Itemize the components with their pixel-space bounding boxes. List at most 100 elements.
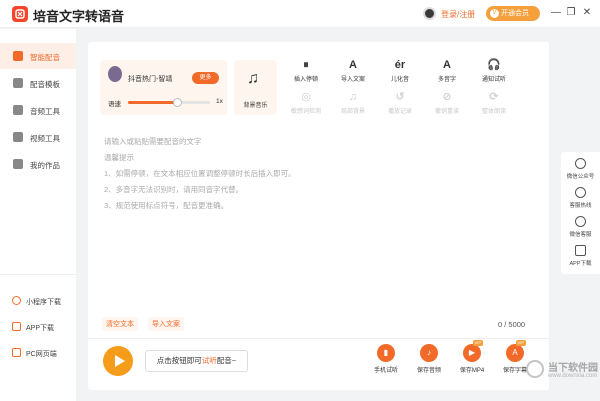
close-button[interactable]: ✕ bbox=[581, 6, 593, 20]
sidebar-item-label: 配音模板 bbox=[30, 80, 60, 89]
speed-label: 语速 bbox=[108, 101, 121, 108]
divider bbox=[88, 338, 549, 339]
video-icon bbox=[13, 132, 23, 142]
monitor-icon bbox=[12, 348, 21, 357]
editor-tip: 1、如需停顿，在文本相应位置调整停顿时长后插入即可。 bbox=[104, 169, 296, 178]
title-bar: 培音文字转语音 登录/注册 V 开通会员 — ❐ ✕ bbox=[0, 0, 600, 28]
microphone-icon bbox=[13, 51, 23, 61]
speed-value: 1x bbox=[216, 98, 223, 105]
service-hotline-button[interactable]: 客服热线 bbox=[561, 185, 600, 213]
partial-bgm-tool[interactable]: ♫ 局部背景 bbox=[333, 90, 373, 116]
watermark: 当下软件园 www.downxia.com bbox=[526, 356, 598, 388]
sidebar-item-label: 智能配音 bbox=[30, 53, 60, 62]
sensitive-word-tool[interactable]: ◎ 敏感词检测 bbox=[286, 90, 326, 116]
template-icon bbox=[13, 78, 23, 88]
bottom-link-label: 小程序下载 bbox=[26, 299, 61, 306]
editor-tip: 3、规范使用标点符号，配音更准确。 bbox=[104, 201, 229, 210]
insert-pause-tool[interactable]: ⏸ 插入停顿 bbox=[286, 58, 326, 84]
clear-text-button[interactable]: 清空文本 bbox=[102, 317, 138, 331]
folder-icon bbox=[13, 159, 23, 169]
erhua-tool[interactable]: ér 儿化音 bbox=[380, 58, 420, 84]
import-text-tool[interactable]: A 导入文案 bbox=[333, 58, 373, 84]
user-avatar-icon[interactable] bbox=[423, 7, 436, 20]
phone-icon bbox=[575, 187, 586, 198]
editor-tip: 2、多音字无法识别时，请用同音字代替。 bbox=[104, 185, 244, 194]
import-text-button[interactable]: 导入文案 bbox=[148, 317, 184, 331]
rail-app-download-button[interactable]: APP下载 bbox=[561, 243, 600, 271]
app-download-link[interactable]: APP下载 bbox=[0, 317, 76, 337]
watermark-logo-icon bbox=[526, 360, 544, 378]
speed-slider-handle[interactable] bbox=[173, 98, 183, 107]
phone-icon: ▮ bbox=[377, 344, 395, 362]
wechat-icon bbox=[575, 158, 586, 169]
mobile-icon bbox=[575, 245, 586, 256]
sidebar-divider bbox=[0, 274, 76, 275]
character-count: 0 / 5000 bbox=[498, 320, 526, 329]
watermark-text: 当下软件园 bbox=[548, 363, 598, 374]
polyphone-tool[interactable]: A 多音字 bbox=[427, 58, 467, 84]
music-note-icon: ♫ bbox=[247, 70, 259, 87]
more-voices-button[interactable]: 更多 bbox=[192, 72, 219, 84]
speed-slider[interactable] bbox=[128, 98, 210, 107]
vip-label: 开通会员 bbox=[501, 10, 529, 17]
pc-web-link[interactable]: PC网页端 bbox=[0, 343, 76, 363]
save-audio-button[interactable]: ♪ 保存音频 bbox=[411, 344, 447, 380]
text-editor[interactable]: 请输入或粘贴需要配音的文字 温馨提示 1、如需停顿，在文本相应位置调整停顿时长后… bbox=[104, 134, 524, 212]
import-icon: A bbox=[349, 59, 357, 71]
sidebar-item-audio-tools[interactable]: 音频工具 bbox=[0, 97, 76, 123]
vip-crown-icon: V bbox=[490, 9, 499, 18]
bottom-link-label: PC网页端 bbox=[26, 351, 57, 358]
app-title: 培音文字转语音 bbox=[33, 9, 125, 24]
pause-icon: ⏸ bbox=[303, 59, 309, 71]
main-panel: 抖音热门-智靖 更多 语速 1x ♫ 背景音乐 ⏸ 插入停顿 A 导入文案 ér 儿化… bbox=[88, 42, 549, 390]
er-icon: ér bbox=[394, 59, 406, 71]
undo-reread-tool[interactable]: ⊘ 撤销重读 bbox=[427, 90, 467, 116]
save-mp4-button[interactable]: ▶ VIP 保存MP4 bbox=[454, 340, 490, 380]
vip-tag: VIP bbox=[472, 340, 483, 346]
sidebar-item-label: 我的作品 bbox=[30, 161, 60, 170]
miniprogram-icon bbox=[12, 296, 21, 305]
sidebar-item-templates[interactable]: 配音模板 bbox=[0, 70, 76, 96]
background-music-label: 背景音乐 bbox=[243, 103, 268, 109]
sidebar-item-my-works[interactable]: 我的作品 bbox=[0, 151, 76, 177]
preview-tool[interactable]: 🎧 通知试听 bbox=[474, 58, 514, 84]
login-link[interactable]: 登录/注册 bbox=[441, 9, 475, 20]
editor-placeholder: 请输入或粘贴需要配音的文字 bbox=[104, 137, 202, 146]
subtitle-file-icon: A VIP bbox=[506, 340, 526, 362]
sidebar-item-video-tools[interactable]: 视频工具 bbox=[0, 124, 76, 150]
loop-icon: ⟳ bbox=[489, 91, 499, 103]
bottom-link-label: APP下载 bbox=[26, 325, 55, 332]
watermark-url: www.downxia.com bbox=[548, 373, 598, 379]
sidebar-item-label: 视频工具 bbox=[30, 134, 60, 143]
history-icon: ↺ bbox=[395, 91, 405, 103]
vip-button[interactable]: V 开通会员 bbox=[486, 6, 540, 21]
check-icon: ◎ bbox=[301, 91, 311, 103]
play-history-tool[interactable]: ↺ 播放记录 bbox=[380, 90, 420, 116]
wechat-official-account-button[interactable]: 微信公众号 bbox=[561, 156, 600, 184]
phone-preview-button[interactable]: ▮ 手机试听 bbox=[368, 344, 404, 380]
vip-tag: VIP bbox=[515, 340, 526, 346]
background-music-card[interactable]: ♫ 背景音乐 bbox=[234, 60, 277, 115]
voice-name: 抖音热门-智靖 bbox=[128, 76, 173, 83]
sidebar-item-smart-dubbing[interactable]: 智能配音 bbox=[0, 43, 76, 69]
phone-icon bbox=[12, 322, 21, 331]
music-icon: ♫ bbox=[348, 91, 358, 103]
wechat-service-button[interactable]: 微信客服 bbox=[561, 214, 600, 242]
app-logo-icon bbox=[12, 6, 28, 22]
sidebar-item-label: 音频工具 bbox=[30, 107, 60, 116]
video-file-icon: ▶ VIP bbox=[463, 340, 483, 362]
voice-card[interactable]: 抖音热门-智靖 更多 语速 1x bbox=[100, 60, 227, 115]
read-all-tool[interactable]: ⟳ 整体朗读 bbox=[474, 90, 514, 116]
right-rail: 微信公众号 客服热线 微信客服 APP下载 bbox=[561, 152, 600, 274]
preview-hint: 点击按钮即可试听配音~ bbox=[145, 350, 248, 372]
headphones-icon: 🎧 bbox=[487, 59, 501, 71]
maximize-button[interactable]: ❐ bbox=[565, 6, 577, 20]
minimize-button[interactable]: — bbox=[550, 6, 562, 20]
play-button[interactable] bbox=[103, 346, 133, 376]
chat-icon bbox=[575, 216, 586, 227]
voice-avatar bbox=[108, 66, 122, 82]
sidebar: 智能配音 配音模板 音频工具 视频工具 我的作品 小程序下载 APP下载 PC网… bbox=[0, 29, 76, 401]
audio-file-icon: ♪ bbox=[420, 344, 438, 362]
editor-tip-title: 温馨提示 bbox=[104, 153, 134, 162]
miniprogram-download-link[interactable]: 小程序下载 bbox=[0, 291, 76, 311]
